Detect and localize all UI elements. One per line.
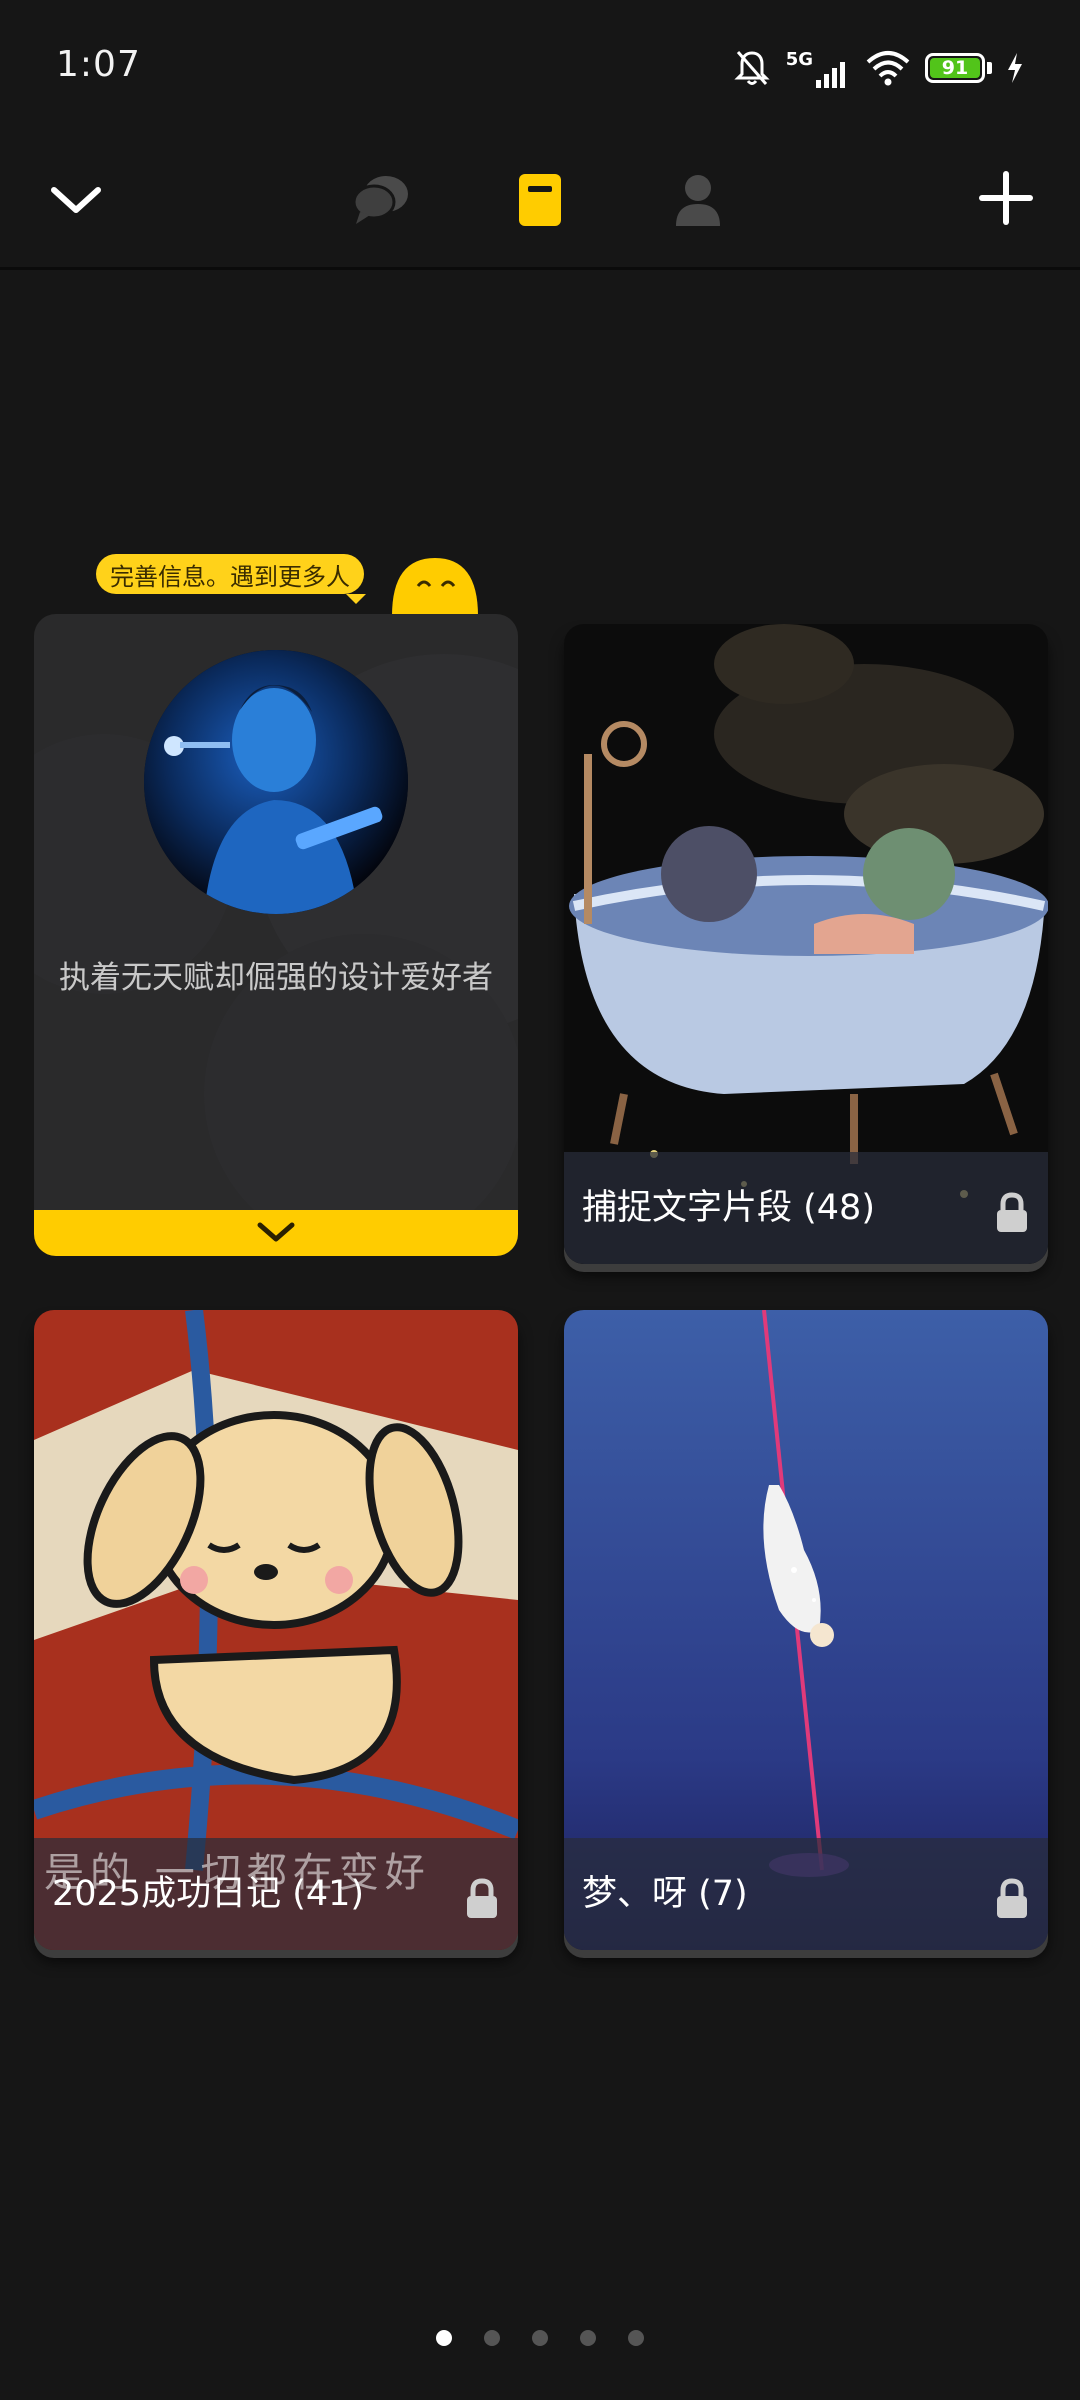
mascot-icon — [392, 558, 478, 616]
top-nav — [0, 130, 1080, 270]
battery-indicator: 91 — [925, 53, 992, 83]
network-type: 5G — [785, 48, 813, 70]
diary-card[interactable]: 捕捉文字片段 (48) — [564, 624, 1048, 1264]
page-dot-4[interactable] — [580, 2330, 596, 2346]
diary-card[interactable]: 是的 一切都在变好 2025成功日记 (41) — [34, 1310, 518, 1950]
lock-icon — [997, 1192, 1027, 1232]
status-bar: 1:07 5G 91 — [0, 0, 1080, 130]
add-button[interactable] — [968, 160, 1044, 236]
diary-card[interactable]: 梦、呀 (7) — [564, 1310, 1048, 1950]
page-indicator — [0, 2330, 1080, 2346]
person-icon — [676, 175, 720, 226]
expand-profile-button[interactable] — [34, 1210, 518, 1256]
plus-icon — [979, 171, 1033, 225]
avatar-image — [144, 650, 408, 914]
collapse-button[interactable] — [40, 164, 112, 236]
status-time: 1:07 — [56, 44, 141, 85]
profile-card[interactable]: 执着无天赋却倔强的设计爱好者 — [34, 614, 518, 1256]
diary-title: 2025成功日记 (41) — [52, 1874, 365, 1914]
lock-icon — [467, 1878, 497, 1918]
chat-bubbles-icon — [352, 176, 408, 224]
page-dot-1[interactable] — [436, 2330, 452, 2346]
tab-profile[interactable] — [662, 160, 734, 240]
diary-title: 捕捉文字片段 (48) — [582, 1188, 875, 1228]
page-dot-2[interactable] — [484, 2330, 500, 2346]
charging-bolt-icon — [1008, 53, 1022, 83]
tab-messages[interactable] — [346, 160, 418, 240]
mute-bell-icon — [734, 51, 770, 85]
battery-level: 91 — [930, 57, 980, 79]
diary-title: 梦、呀 (7) — [582, 1874, 748, 1914]
page-dot-5[interactable] — [628, 2330, 644, 2346]
status-icons: 5G 91 — [732, 48, 1024, 88]
lock-icon — [997, 1878, 1027, 1918]
battery-icon: 91 — [925, 53, 985, 83]
chevron-down-icon — [51, 187, 101, 213]
battery-tip — [987, 62, 992, 74]
screen: 1:07 5G 91 完善信息。遇到更多人 执着无天赋却倔强的设计爱好者 捕捉文… — [0, 0, 1080, 2400]
page-dot-3[interactable] — [532, 2330, 548, 2346]
notebook-icon — [519, 174, 561, 226]
signal-icon — [816, 61, 845, 88]
signal-indicator: 5G — [786, 49, 851, 88]
profile-bio: 执着无天赋却倔强的设计爱好者 — [59, 960, 493, 996]
avatar[interactable] — [144, 650, 408, 914]
complete-profile-tip[interactable]: 完善信息。遇到更多人 — [96, 554, 366, 604]
wifi-icon — [866, 51, 910, 86]
chevron-down-icon — [257, 1222, 295, 1242]
tab-diaries[interactable] — [504, 160, 576, 240]
